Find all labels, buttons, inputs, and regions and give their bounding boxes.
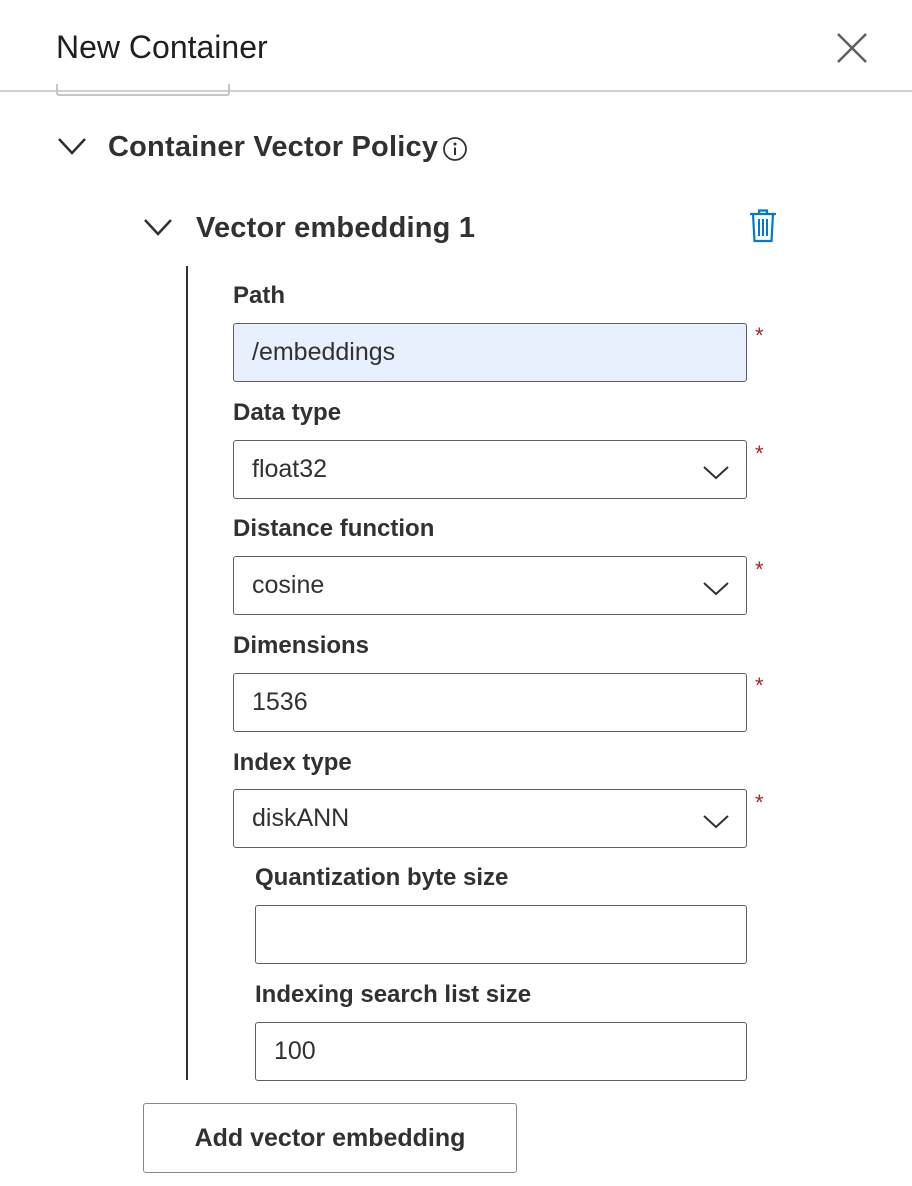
required-marker: * — [755, 323, 764, 348]
chevron-down-icon — [702, 812, 730, 830]
embedding-title[interactable]: Vector embedding 1 — [196, 210, 475, 246]
chevron-down-icon[interactable] — [56, 134, 88, 158]
distance-function-select[interactable]: cosine — [233, 556, 747, 615]
data-type-value: float32 — [252, 455, 328, 483]
quantization-byte-size-input[interactable] — [255, 905, 747, 964]
data-type-label: Data type — [233, 399, 342, 426]
path-input[interactable] — [233, 323, 747, 382]
panel-title: New Container — [56, 29, 268, 65]
panel-header: New Container — [0, 0, 912, 92]
index-type-select[interactable]: diskANN — [233, 789, 747, 848]
section-title[interactable]: Container Vector Policy — [108, 129, 438, 165]
scrolled-element-edge — [56, 84, 230, 96]
required-marker: * — [755, 557, 764, 582]
chevron-down-icon — [702, 579, 730, 597]
close-icon[interactable] — [834, 30, 870, 66]
index-type-label: Index type — [233, 749, 352, 776]
required-marker: * — [755, 790, 764, 815]
indexing-search-list-size-input[interactable] — [255, 1022, 747, 1081]
index-type-value: diskANN — [252, 804, 350, 832]
info-icon[interactable] — [442, 136, 468, 162]
path-label: Path — [233, 282, 286, 309]
quantization-byte-size-label: Quantization byte size — [255, 864, 509, 891]
chevron-down-icon[interactable] — [142, 216, 174, 238]
new-container-panel: New Container Container Vector Policy Ve… — [0, 0, 912, 1186]
distance-function-value: cosine — [252, 571, 325, 599]
data-type-select[interactable]: float32 — [233, 440, 747, 499]
required-marker: * — [755, 673, 764, 698]
dimensions-input[interactable] — [233, 673, 747, 732]
required-marker: * — [755, 441, 764, 466]
embedding-group-rule — [186, 266, 188, 1080]
dimensions-label: Dimensions — [233, 632, 370, 659]
indexing-search-list-size-label: Indexing search list size — [255, 981, 532, 1008]
trash-icon[interactable] — [748, 208, 778, 244]
distance-function-label: Distance function — [233, 515, 435, 542]
add-vector-embedding-button[interactable]: Add vector embedding — [143, 1103, 517, 1173]
chevron-down-icon — [702, 463, 730, 481]
